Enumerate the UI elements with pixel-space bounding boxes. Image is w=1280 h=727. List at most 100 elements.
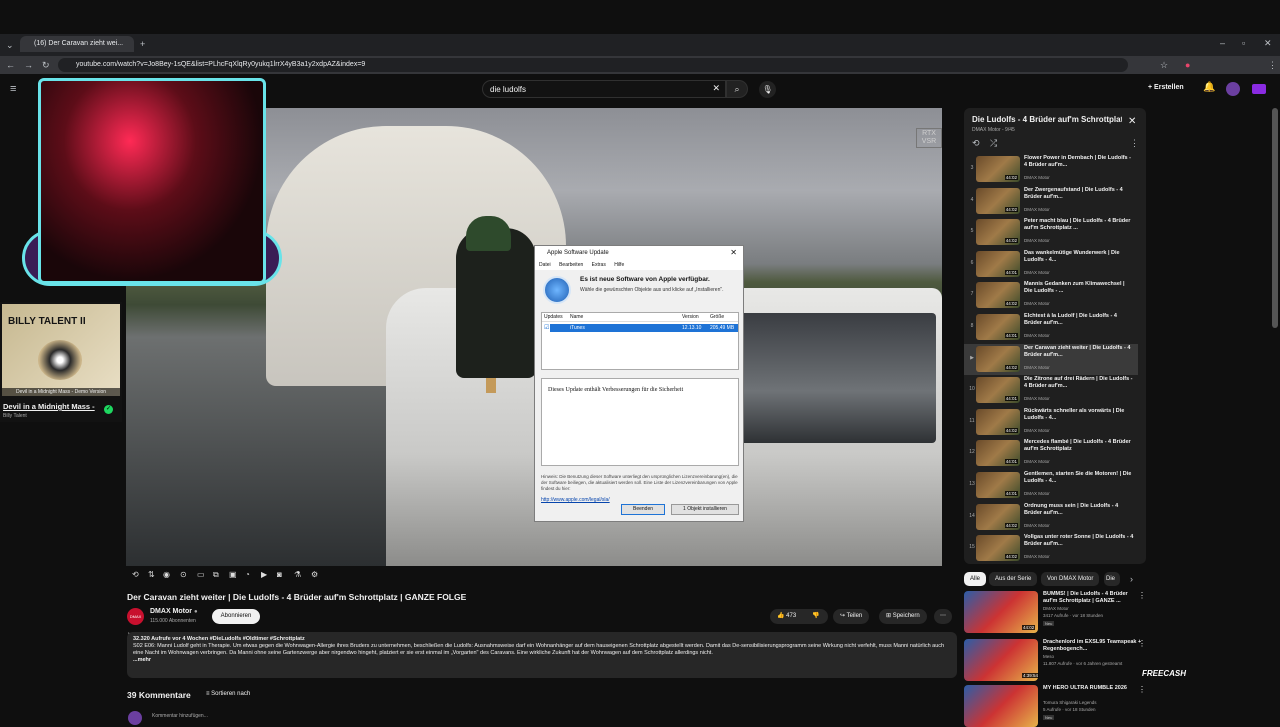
quit-button[interactable]: Beenden <box>621 504 665 515</box>
playlist-item-title[interactable]: Rückwärts schneller als vorwärts | Die L… <box>1024 408 1134 422</box>
search-button[interactable]: ⌕ <box>726 80 748 98</box>
pip-icon[interactable]: ⧉ <box>213 570 219 580</box>
camera-icon[interactable]: ◙ <box>277 570 282 579</box>
playlist-item[interactable]: 10 44:01 Die Zitrone auf drei Rädern | Die… <box>964 375 1138 406</box>
loop-icon[interactable]: ⟲ <box>132 570 139 579</box>
recommendation-menu-icon[interactable]: ⋮ <box>1138 639 1146 648</box>
extension-badge-icon[interactable] <box>1252 84 1266 94</box>
playlist-item-title[interactable]: Gentlemen, starten Sie die Motoren! | Di… <box>1024 471 1134 485</box>
playlist-item-title[interactable]: Das wankelmütige Wunderwerk | Die Ludolf… <box>1024 250 1134 264</box>
song-artist[interactable]: Billy Talent <box>3 413 27 419</box>
menu-help[interactable]: Hilfe <box>614 262 624 268</box>
playlist-item[interactable]: 12 44:01 Mercedes flambé | Die Ludolfs - 4… <box>964 438 1138 469</box>
playlist-item-title[interactable]: Mercedes flambé | Die Ludolfs - 4 Brüder… <box>1024 439 1134 453</box>
chip-all[interactable]: Alle <box>964 572 987 586</box>
browser-tab[interactable]: (16) Der Caravan zieht wei... <box>20 36 134 52</box>
recommendation-channel[interactable]: DMAX Motor <box>1043 606 1069 611</box>
playlist-item[interactable]: 15 44:02 Vollgas unter roter Sonne | Die L… <box>964 533 1138 564</box>
loop-playlist-icon[interactable]: ⟲ <box>972 138 980 148</box>
tab-list-icon[interactable]: ⌄ <box>6 40 14 50</box>
gauge-icon[interactable]: ◔ <box>245 570 250 579</box>
playlist-item-thumbnail[interactable]: 44:02 <box>976 282 1020 309</box>
menu-file[interactable]: Datei <box>539 262 551 268</box>
extension-icon[interactable]: ● <box>1185 60 1190 70</box>
playlist-item-thumbnail[interactable]: 44:02 <box>976 408 1020 435</box>
clear-search-icon[interactable]: ✕ <box>712 83 720 94</box>
playlist-item-thumbnail[interactable]: 44:01 <box>976 314 1020 340</box>
like-button[interactable]: 👍 473 👎 <box>770 609 828 624</box>
playlist-item-thumbnail[interactable]: 44:02 <box>976 219 1020 246</box>
playlist-item-thumbnail[interactable]: 44:02 <box>976 535 1020 562</box>
update-checkbox[interactable]: ☑ <box>544 324 549 331</box>
dialog-close-icon[interactable]: ✕ <box>730 248 737 257</box>
song-title[interactable]: Devil in a Midnight Mass - <box>3 402 95 411</box>
table-row[interactable]: iTunes 12.13.10 205,49 MB <box>550 324 738 332</box>
screen-icon[interactable]: ▭ <box>197 570 205 579</box>
chevron-right-icon[interactable]: › <box>1130 574 1133 584</box>
recommendation-channel[interactable]: Meso <box>1043 654 1054 659</box>
playlist-item-title[interactable]: Vollgas unter roter Sonne | Die Ludolfs … <box>1024 534 1134 548</box>
close-window-icon[interactable]: ✕ <box>1264 38 1272 48</box>
playlist-item[interactable]: 4 44:02 Der Zwergenaufstand | Die Ludolfs … <box>964 186 1138 217</box>
recommendation-item[interactable]: BUMMS! | Die Ludolfs - 4 Brüder auf'm Sc… <box>964 591 1174 633</box>
recommendation-title[interactable]: Drachenlord im EXSL95 Teamspeak + Regenb… <box>1043 639 1143 653</box>
reload-icon[interactable]: ↻ <box>42 60 50 70</box>
forward-icon[interactable]: → <box>24 60 33 70</box>
install-button[interactable]: 1 Objekt installieren <box>671 504 739 515</box>
recommendation-thumbnail[interactable] <box>964 685 1038 727</box>
menu-extras[interactable]: Extras <box>592 262 606 268</box>
comment-input[interactable]: Kommentar hinzufügen... <box>152 713 208 719</box>
gear-icon[interactable]: ⚙ <box>311 570 318 579</box>
playlist-item-title[interactable]: Ordnung muss sein | Die Ludolfs - 4 Brüd… <box>1024 503 1134 517</box>
playlist-item-thumbnail[interactable]: 44:02 <box>976 187 1020 214</box>
playlist-item-title[interactable]: Der Zwergenaufstand | Die Ludolfs - 4 Br… <box>1024 187 1134 201</box>
playlist-item-title[interactable]: Flower Power in Dernbach | Die Ludolfs -… <box>1024 155 1134 169</box>
playlist-item[interactable]: 11 44:02 Rückwärts schneller als vorwärts … <box>964 407 1138 438</box>
playlist-item[interactable]: 5 44:02 Peter macht blau | Die Ludolfs - 4… <box>964 217 1138 248</box>
more-actions-button[interactable]: ⋯ <box>934 609 952 624</box>
playlist-item-title[interactable]: Der Caravan zieht weiter | Die Ludolfs -… <box>1024 345 1134 359</box>
chip-series[interactable]: Aus der Serie <box>989 572 1038 586</box>
hamburger-icon[interactable]: ≡ <box>10 84 16 95</box>
avatar[interactable] <box>1226 82 1240 96</box>
shuffle-icon[interactable]: ⤮ <box>990 138 997 148</box>
maximize-icon[interactable]: ▫ <box>1242 38 1245 48</box>
playlist-item-thumbnail[interactable]: 44:02 <box>976 345 1020 372</box>
bell-icon[interactable]: 🔔 <box>1203 83 1215 93</box>
playlist-item[interactable]: ▶ 44:02 Der Caravan zieht weiter | Die Lud… <box>964 343 1138 375</box>
recommendation-channel[interactable]: Tomura Shigaraki Legends <box>1043 700 1097 705</box>
recommendation-title[interactable]: MY HERO ULTRA RUMBLE 2026 <box>1043 685 1143 692</box>
recommendation-item[interactable]: MY HERO ULTRA RUMBLE 2026 Tomura Shigarak… <box>964 685 1174 727</box>
description-more[interactable]: ...mehr <box>133 657 951 664</box>
video-icon[interactable]: ▶ <box>261 570 267 579</box>
playlist-item[interactable]: 7 44:02 Mannis Gedanken zum Klimawechsel |… <box>964 280 1138 311</box>
playlist-title[interactable]: Die Ludolfs - 4 Brüder auf'm Schrottplat… <box>972 115 1122 124</box>
playlist-item-title[interactable]: Die Zitrone auf drei Rädern | Die Ludolf… <box>1024 376 1134 390</box>
playlist-item-title[interactable]: Elchtest à la Ludolf | Die Ludolfs - 4 B… <box>1024 313 1134 327</box>
new-tab-icon[interactable]: + <box>140 39 145 49</box>
minimize-icon[interactable]: – <box>1220 38 1225 48</box>
sort-button[interactable]: ≡ Sortieren nach <box>206 691 250 697</box>
playlist-item[interactable]: 6 44:01 Das wankelmütige Wunderwerk | Die … <box>964 249 1138 280</box>
chip-channel[interactable]: Von DMAX Motor <box>1041 572 1100 586</box>
menu-icon[interactable]: ⋮ <box>1268 60 1277 70</box>
speed-icon[interactable]: ⊙ <box>180 570 187 579</box>
window-icon[interactable]: ▣ <box>229 570 237 579</box>
playlist-item-thumbnail[interactable]: 44:01 <box>976 250 1020 277</box>
license-link[interactable]: http://www.apple.com/legal/sla/ <box>541 497 610 503</box>
recommendation-title[interactable]: BUMMS! | Die Ludolfs - 4 Brüder auf'm Sc… <box>1043 591 1143 605</box>
chip-more[interactable]: Die <box>1104 572 1120 586</box>
playlist-menu-icon[interactable]: ⋮ <box>1130 138 1139 148</box>
channel-name[interactable]: DMAX Motor ● <box>150 608 198 615</box>
back-icon[interactable]: ← <box>6 60 15 70</box>
address-bar[interactable]: youtube.com/watch?v=Jo8Bey-1sQE&list=PLh… <box>58 58 1128 72</box>
playlist-item-title[interactable]: Peter macht blau | Die Ludolfs - 4 Brüde… <box>1024 218 1134 232</box>
save-button[interactable]: ⊞ Speichern <box>879 609 927 624</box>
playlist-item[interactable]: 13 44:01 Gentlemen, starten Sie die Motore… <box>964 470 1138 501</box>
playlist-item-thumbnail[interactable]: 44:02 <box>976 156 1020 182</box>
playlist-item-thumbnail[interactable]: 44:02 <box>976 503 1020 530</box>
playlist-item-thumbnail[interactable]: 44:01 <box>976 377 1020 404</box>
thumbs-down-icon[interactable]: 👎 <box>812 609 819 624</box>
close-icon[interactable]: ✕ <box>1128 116 1136 127</box>
audio-icon[interactable]: ◉ <box>163 570 170 579</box>
